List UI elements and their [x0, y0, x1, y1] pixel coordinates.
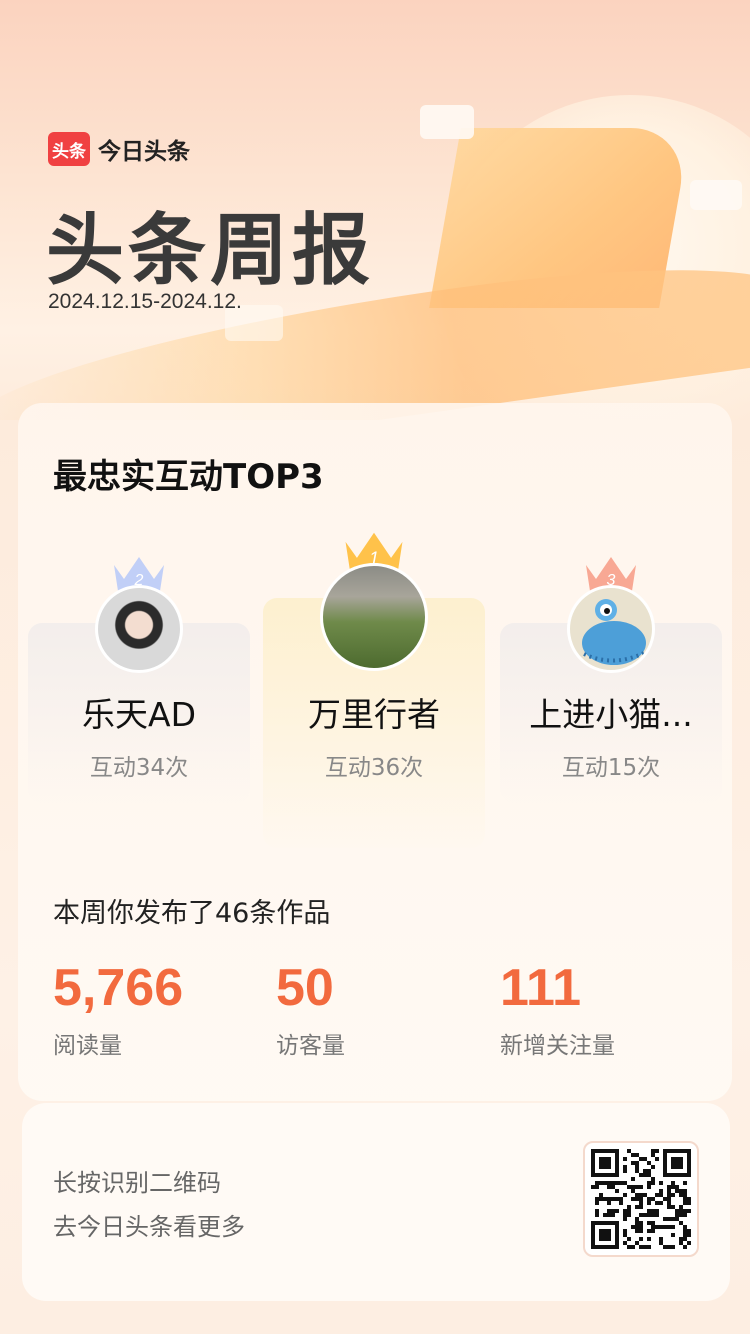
alien-avatar-icon — [582, 599, 647, 665]
qr-code[interactable] — [583, 1141, 699, 1257]
interaction-count: 互动36次 — [324, 755, 424, 781]
avatar — [320, 563, 428, 671]
avatar — [95, 585, 183, 673]
top-user-1[interactable]: 1 万里行者 互动36次 — [263, 523, 485, 848]
interaction-count: 互动15次 — [561, 755, 661, 781]
stat-visitors: 50 访客量 — [276, 958, 345, 1060]
logo-mark: 头条 — [48, 132, 90, 166]
top-user-3[interactable]: 3 上进小猫... 互动15次 — [500, 523, 722, 813]
app-logo: 头条 今日头条 — [48, 132, 190, 166]
chat-bubble-decoration — [420, 105, 474, 139]
interaction-count: 互动34次 — [89, 755, 189, 781]
qr-code-icon — [591, 1149, 691, 1249]
stat-reads: 5,766 阅读量 — [53, 958, 183, 1060]
weekly-report-card: 最忠实互动TOP3 2 乐天AD 互动34次 1 万里行者 互动36次 3 上进… — [18, 403, 732, 1101]
stat-value: 50 — [276, 959, 334, 1017]
cta-line-2: 去今日头条看更多 — [53, 1213, 245, 1241]
user-name: 万里行者 — [308, 695, 440, 734]
publish-summary: 本周你发布了46条作品 — [53, 898, 331, 929]
date-range: 2024.12.15-2024.12. — [48, 290, 242, 313]
stat-label: 新增关注量 — [500, 1033, 615, 1059]
avatar — [567, 585, 655, 673]
user-name: 乐天AD — [82, 695, 196, 734]
user-name: 上进小猫... — [529, 695, 693, 734]
chat-bubble-decoration — [690, 180, 742, 210]
page-title: 头条周报 — [46, 206, 375, 296]
stat-label: 访客量 — [276, 1033, 345, 1059]
app-name: 今日头条 — [98, 139, 190, 165]
stat-new-followers: 111 新增关注量 — [500, 958, 615, 1060]
stat-value: 5,766 — [53, 959, 184, 1017]
stat-label: 阅读量 — [53, 1033, 122, 1059]
cta-line-1: 长按识别二维码 — [53, 1169, 221, 1197]
top3-title: 最忠实互动TOP3 — [53, 457, 324, 497]
top-user-2[interactable]: 2 乐天AD 互动34次 — [28, 523, 250, 813]
stat-value: 111 — [500, 959, 582, 1017]
qr-footer-card: 长按识别二维码 去今日头条看更多 — [22, 1103, 730, 1301]
